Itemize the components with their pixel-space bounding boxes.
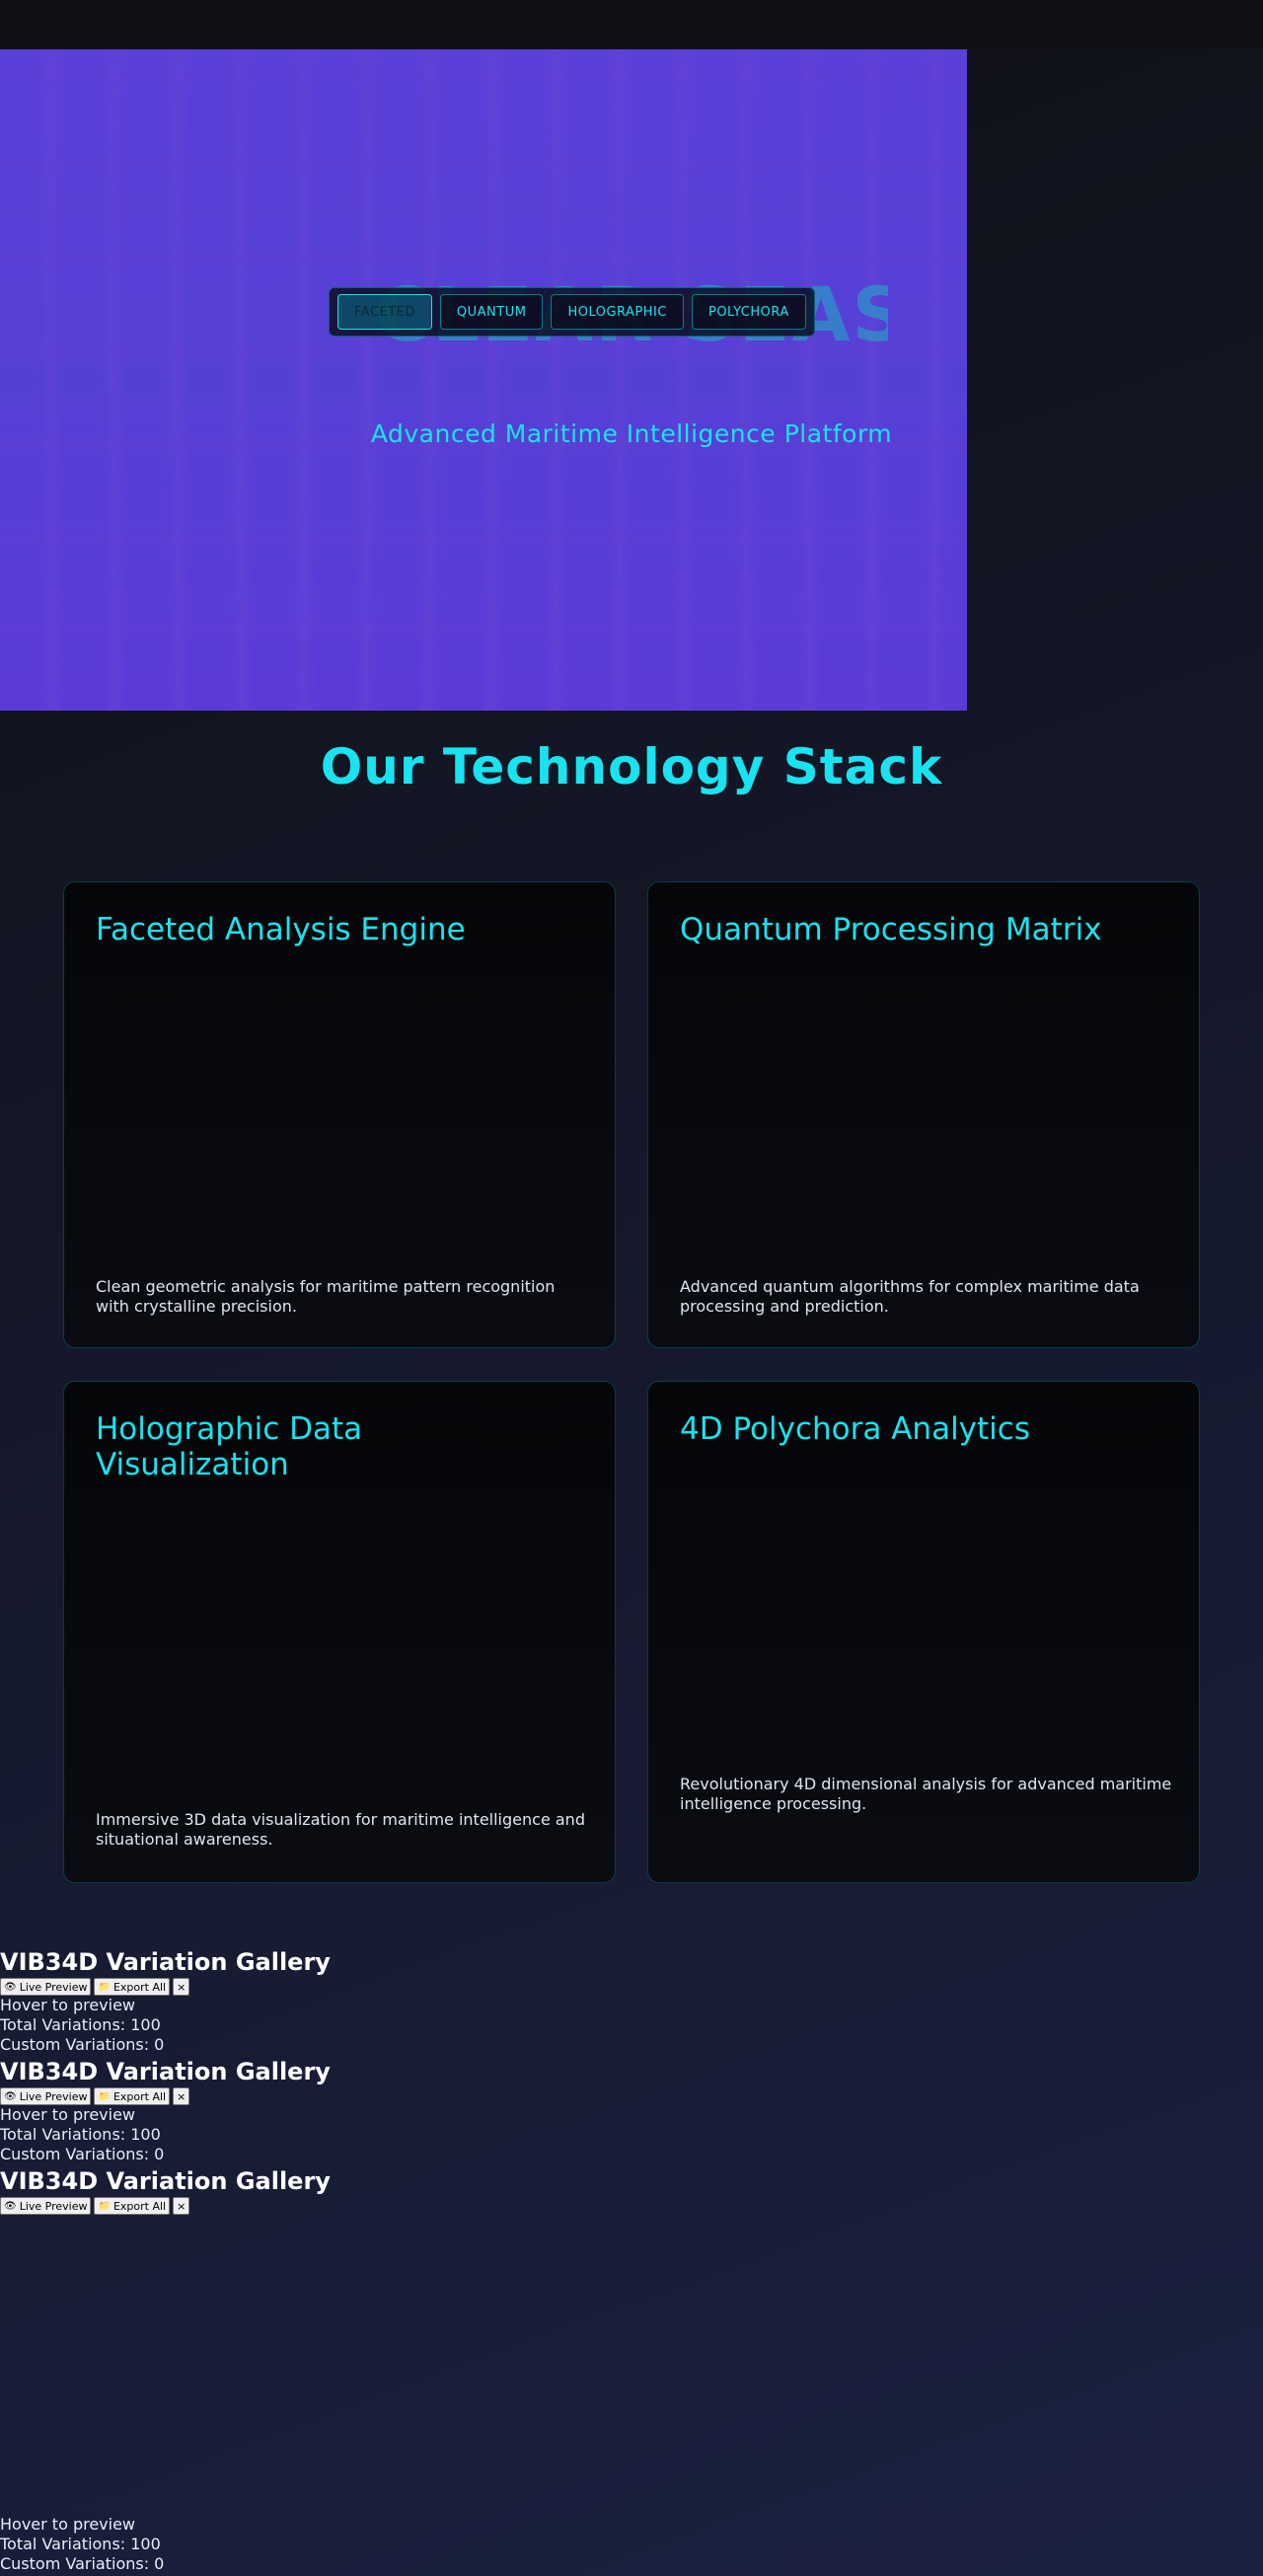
folder-icon: 📁	[98, 2090, 111, 2102]
gallery-stats: Hover to preview Total Variations: 100 C…	[0, 2515, 164, 2574]
card-title: Faceted Analysis Engine	[96, 912, 466, 947]
eye-icon: 👁	[4, 2200, 17, 2212]
gallery-controls: 👁 Live Preview 📁 Export All ×	[0, 2087, 331, 2105]
gallery-title: VIB34D Variation Gallery	[0, 2058, 331, 2085]
card-title: Holographic Data Visualization	[96, 1411, 363, 1482]
gallery-title: VIB34D Variation Gallery	[0, 2167, 331, 2195]
gallery-controls: 👁 Live Preview 📁 Export All ×	[0, 2197, 395, 2215]
card-description: Clean geometric analysis for maritime pa…	[96, 1277, 556, 1316]
gallery-controls: 👁 Live Preview 📁 Export All ×	[0, 1978, 331, 1996]
tech-card-polychora[interactable]: 4D Polychora Analytics Revolutionary 4D …	[647, 1381, 1200, 1883]
close-gallery-button[interactable]: ×	[173, 2087, 190, 2105]
top-strip	[0, 0, 1263, 49]
mode-button-quantum[interactable]: QUANTUM	[439, 294, 544, 330]
gallery-title: VIB34D Variation Gallery	[0, 1948, 331, 1976]
card-visualizer-canvas	[84, 991, 595, 1268]
mode-button-polychora[interactable]: POLYCHORA	[691, 294, 806, 330]
visualizer-mode-switcher: FACETED QUANTUM HOLOGRAPHIC POLYCHORA	[329, 287, 815, 337]
folder-icon: 📁	[98, 2200, 111, 2212]
hover-hint: Hover to preview	[0, 2515, 136, 2534]
eye-icon: 👁	[4, 2090, 17, 2102]
card-visualizer-canvas	[668, 1490, 1179, 1803]
tech-stack-heading: Our Technology Stack	[320, 738, 943, 796]
card-description: Revolutionary 4D dimensional analysis fo…	[680, 1775, 1172, 1813]
hero-subtitle: Advanced Maritime Intelligence Platform	[370, 419, 893, 448]
export-all-button[interactable]: 📁 Export All	[94, 2197, 171, 2215]
variation-gallery: VIB34D Variation Gallery 👁 Live Preview 📁…	[0, 2167, 395, 2576]
card-description: Advanced quantum algorithms for complex …	[680, 1277, 1140, 1316]
card-visualizer-canvas	[84, 1510, 595, 1803]
total-variations: Total Variations: 100	[0, 2015, 161, 2034]
total-variations: Total Variations: 100	[0, 2125, 161, 2144]
hover-hint: Hover to preview	[0, 2105, 136, 2124]
custom-variations: Custom Variations: 0	[0, 2145, 165, 2163]
mode-button-faceted[interactable]: FACETED	[337, 294, 432, 330]
card-title: Quantum Processing Matrix	[680, 912, 1102, 947]
folder-icon: 📁	[98, 1981, 111, 1993]
card-title: 4D Polychora Analytics	[680, 1411, 1030, 1447]
total-variations: Total Variations: 100	[0, 2535, 161, 2553]
custom-variations: Custom Variations: 0	[0, 2035, 165, 2054]
card-description: Immersive 3D data visualization for mari…	[96, 1810, 585, 1849]
variation-gallery: VIB34D Variation Gallery 👁 Live Preview 📁…	[0, 2058, 331, 2164]
hover-hint: Hover to preview	[0, 1996, 136, 2014]
live-preview-button[interactable]: 👁 Live Preview	[0, 2087, 92, 2105]
tech-card-quantum[interactable]: Quantum Processing Matrix Advanced quant…	[647, 881, 1200, 1348]
export-all-button[interactable]: 📁 Export All	[94, 1978, 171, 1996]
live-preview-button[interactable]: 👁 Live Preview	[0, 1978, 92, 1996]
mode-button-holographic[interactable]: HOLOGRAPHIC	[551, 294, 684, 330]
tech-card-faceted[interactable]: Faceted Analysis Engine Clean geometric …	[63, 881, 616, 1348]
close-gallery-button[interactable]: ×	[173, 1978, 190, 1996]
live-preview-button[interactable]: 👁 Live Preview	[0, 2197, 92, 2215]
card-visualizer-canvas	[668, 991, 1179, 1268]
close-gallery-button[interactable]: ×	[173, 2197, 190, 2215]
eye-icon: 👁	[4, 1981, 17, 1993]
tech-card-holographic[interactable]: Holographic Data Visualization Immersive…	[63, 1381, 616, 1883]
variation-gallery: VIB34D Variation Gallery 👁 Live Preview 📁…	[0, 1948, 331, 2055]
export-all-button[interactable]: 📁 Export All	[94, 2087, 171, 2105]
hero-section: CLEAR SEAS FACETED QUANTUM HOLOGRAPHIC P…	[0, 49, 967, 711]
custom-variations: Custom Variations: 0	[0, 2554, 165, 2573]
